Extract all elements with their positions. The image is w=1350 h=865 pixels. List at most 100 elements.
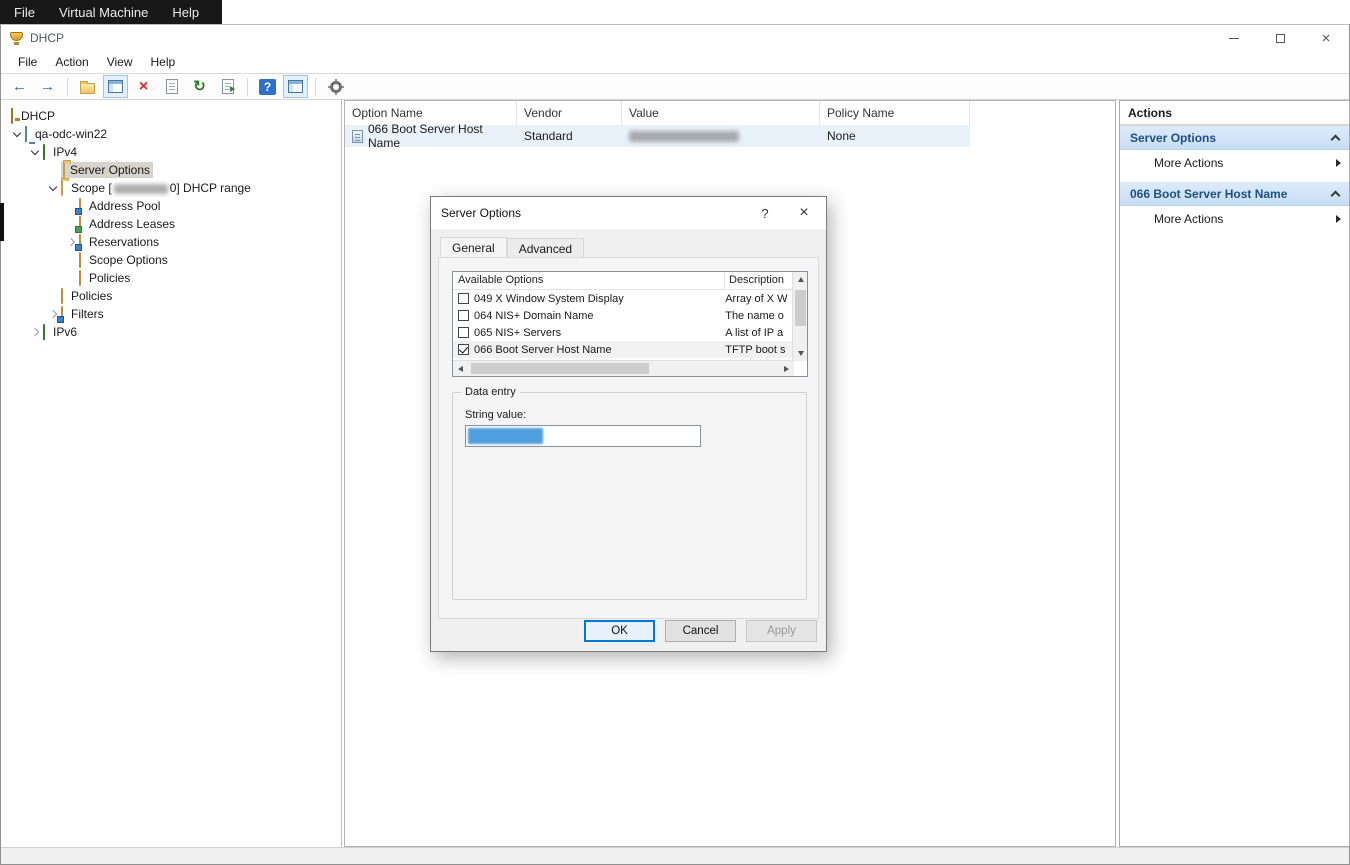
tab-general[interactable]: General [440,237,507,257]
chevron-right-icon[interactable] [27,329,43,335]
chevron-down-icon[interactable] [45,187,61,190]
menu-help[interactable]: Help [142,52,185,72]
delete-button[interactable]: × [131,75,156,98]
table-row[interactable]: 066 Boot Server Host Name Standard None [345,125,970,147]
more-actions-server-options[interactable]: More Actions [1120,150,1349,176]
action-pane-toggle-button[interactable] [283,75,308,98]
checkbox-unchecked[interactable] [458,310,469,321]
help-button[interactable]: ? [255,75,280,98]
tree-item-address-pool[interactable]: Address Pool [1,197,341,215]
window-titlebar[interactable]: DHCP × [1,25,1349,51]
cell-value [622,131,820,142]
actions-section-label: Server Options [1130,131,1216,145]
menu-view[interactable]: View [98,52,142,72]
toolbar-separator [315,78,316,96]
vm-menu-help[interactable]: Help [172,5,199,20]
column-header-policy-name[interactable]: Policy Name [820,101,970,125]
options-list-header: Available Options Description [453,272,807,290]
actions-section-server-options[interactable]: Server Options [1120,126,1349,150]
tree-item-scope-policies[interactable]: Policies [1,269,341,287]
chevron-down-icon[interactable] [27,151,43,154]
policies-icon [79,270,81,286]
collapse-chevron-icon[interactable] [1331,135,1341,145]
option-row-064[interactable]: 064 NIS+ Domain Name The name o [453,307,794,324]
tab-advanced[interactable]: Advanced [507,238,584,257]
dhcp-root-icon [11,108,13,124]
properties-button[interactable] [159,75,184,98]
menu-action[interactable]: Action [46,52,97,72]
toolbar-separator [67,78,68,96]
scroll-up-button[interactable] [793,272,808,287]
dialog-titlebar[interactable]: Server Options ? × [431,197,826,229]
ipv4-icon [43,144,45,160]
ok-button[interactable]: OK [584,620,655,642]
scope-options-icon [79,252,81,268]
vm-menu-virtual-machine[interactable]: Virtual Machine [59,5,148,20]
tree-item-ipv4-policies[interactable]: Policies [1,287,341,305]
minimize-button[interactable] [1211,25,1257,51]
tree-item-label: Scope Options [86,252,171,268]
option-row-065[interactable]: 065 NIS+ Servers A list of IP a [453,324,794,341]
maximize-icon [1276,34,1285,43]
tree-item-scope-options[interactable]: Scope Options [1,251,341,269]
screen-edge-artifact [0,203,4,241]
column-header-value[interactable]: Value [622,101,820,125]
server-icon [25,126,27,142]
up-folder-button[interactable] [75,75,100,98]
collapse-chevron-icon[interactable] [1331,191,1341,201]
console-tree-toggle-button[interactable] [103,75,128,98]
horizontal-scrollbar[interactable] [453,360,794,376]
refresh-button[interactable]: ↻ [187,75,212,98]
checkbox-unchecked[interactable] [458,327,469,338]
options-button[interactable] [323,75,348,98]
tree-item-scope[interactable]: Scope [0] DHCP range [1,179,341,197]
scrollbar-thumb[interactable] [795,290,806,326]
tree-item-address-leases[interactable]: Address Leases [1,215,341,233]
cancel-button[interactable]: Cancel [665,620,736,642]
tree-item-server[interactable]: qa-odc-win22 [1,125,341,143]
menu-file[interactable]: File [9,52,46,72]
option-row-066[interactable]: 066 Boot Server Host Name TFTP boot s [453,341,794,358]
scroll-down-button[interactable] [793,346,808,361]
string-value-input[interactable] [465,425,701,447]
cell-vendor: Standard [517,129,622,143]
scroll-left-icon [458,366,463,372]
chevron-down-icon[interactable] [9,133,25,136]
option-row-049[interactable]: 049 X Window System Display Array of X W [453,290,794,307]
column-header-available-options[interactable]: Available Options [453,272,725,289]
tree-item-ipv6[interactable]: IPv6 [1,323,341,341]
window-title: DHCP [30,31,64,45]
checkbox-unchecked[interactable] [458,293,469,304]
scroll-right-button[interactable] [779,361,794,376]
apply-button[interactable]: Apply [746,620,817,642]
tree-item-dhcp-root[interactable]: DHCP [1,107,341,125]
vertical-scrollbar[interactable] [792,272,807,361]
scroll-left-button[interactable] [453,361,468,376]
tree-item-label: Policies [86,270,133,286]
maximize-button[interactable] [1257,25,1303,51]
tree-item-reservations[interactable]: Reservations [1,233,341,251]
option-name: 064 NIS+ Domain Name [474,310,725,322]
refresh-icon: ↻ [193,79,206,94]
tree-item-label: Scope [0] DHCP range [68,180,254,196]
actions-section-066-boot-server[interactable]: 066 Boot Server Host Name [1120,182,1349,206]
vm-menu-file[interactable]: File [14,5,35,20]
back-button[interactable]: ← [7,75,32,98]
tree-item-filters[interactable]: Filters [1,305,341,323]
dialog-close-button[interactable]: × [782,197,826,229]
close-button[interactable]: × [1303,25,1349,51]
minimize-icon [1229,38,1239,39]
more-actions-066-boot-server[interactable]: More Actions [1120,206,1349,232]
forward-button[interactable]: → [35,75,60,98]
checkbox-checked[interactable] [458,344,469,355]
scrollbar-thumb[interactable] [471,363,649,374]
tree-item-ipv4[interactable]: IPv4 [1,143,341,161]
tree-item-server-options[interactable]: Server Options [1,161,341,179]
column-header-vendor[interactable]: Vendor [517,101,622,125]
actions-pane: Actions Server Options More Actions 066 … [1119,100,1350,847]
ipv6-icon [43,324,45,340]
cell-policy-name: None [820,129,970,143]
export-list-button[interactable] [215,75,240,98]
dialog-help-button[interactable]: ? [748,197,782,229]
tree-item-label: Policies [68,288,115,304]
